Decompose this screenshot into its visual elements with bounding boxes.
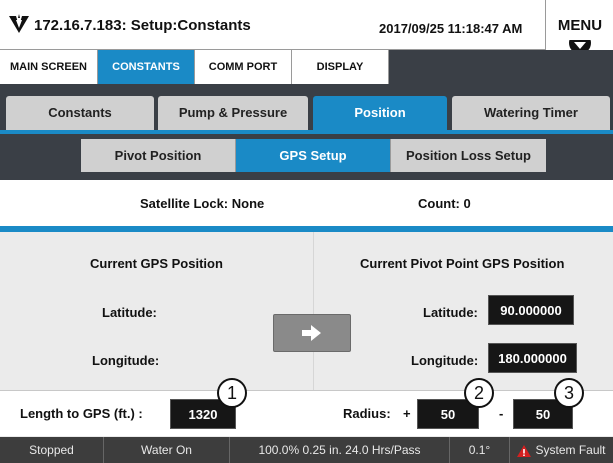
pivot-longitude-label: Longitude: [411, 353, 479, 368]
application-rate: 100.0% 0.25 in. 24.0 Hrs/Pass [230, 437, 450, 463]
fault-label: System Fault [535, 443, 606, 457]
pivot-longitude-field[interactable]: 180.000000 [488, 343, 577, 373]
satellite-status-row: Satellite Lock: None Count: 0 [0, 180, 613, 226]
pivot-latitude-label: Latitude: [423, 305, 478, 320]
tab-pivot-position[interactable]: Pivot Position [81, 139, 236, 172]
satellite-count: Count: 0 [418, 196, 471, 211]
fault-status[interactable]: System Fault [510, 437, 613, 463]
tab-constants-sub[interactable]: Constants [6, 96, 154, 130]
current-latitude-label: Latitude: [102, 305, 157, 320]
tab-main-screen[interactable]: MAIN SCREEN [0, 50, 98, 84]
tab-position-loss-setup[interactable]: Position Loss Setup [391, 139, 546, 172]
pivot-gps-heading: Current Pivot Point GPS Position [360, 256, 565, 271]
setup-constants-screen: 172.16.7.183: Setup:Constants 2017/09/25… [0, 0, 613, 463]
screen-tab-bar: MAIN SCREEN CONSTANTS COMM PORT DISPLAY [0, 50, 613, 86]
pivot-state: Stopped [0, 437, 104, 463]
status-bar: Stopped Water On 100.0% 0.25 in. 24.0 Hr… [0, 437, 613, 463]
tab-display[interactable]: DISPLAY [292, 50, 389, 84]
current-gps-panel: Current GPS Position Latitude: Longitude… [0, 232, 313, 390]
tab-watering-timer[interactable]: Watering Timer [452, 96, 610, 130]
window-title: 172.16.7.183: Setup:Constants [34, 17, 251, 34]
menu-button[interactable]: MENU [545, 0, 613, 54]
title-bar: 172.16.7.183: Setup:Constants 2017/09/25… [0, 0, 613, 54]
water-status: Water On [104, 437, 230, 463]
position-tab-bar: Pivot Position GPS Setup Position Loss S… [0, 134, 613, 180]
satellite-lock: Satellite Lock: None [140, 196, 265, 211]
current-gps-heading: Current GPS Position [90, 256, 223, 271]
menu-label: MENU [557, 17, 603, 34]
warning-icon [517, 444, 532, 457]
copy-position-button[interactable] [273, 314, 351, 352]
tab-position[interactable]: Position [313, 96, 447, 130]
tab-constants[interactable]: CONSTANTS [98, 50, 195, 84]
valley-logo-icon [9, 14, 29, 33]
tab-gps-setup[interactable]: GPS Setup [236, 139, 391, 172]
minus-sign: - [499, 406, 504, 421]
length-to-gps-label: Length to GPS (ft.) : [20, 406, 143, 421]
pivot-gps-panel: Current Pivot Point GPS Position Latitud… [313, 232, 613, 390]
callout-1: 1 [217, 378, 247, 408]
pivot-angle: 0.1° [450, 437, 510, 463]
datetime: 2017/09/25 11:18:47 AM [379, 21, 523, 36]
tab-comm-port[interactable]: COMM PORT [195, 50, 292, 84]
radius-label: Radius: [343, 406, 391, 421]
callout-2: 2 [464, 378, 494, 408]
current-longitude-label: Longitude: [92, 353, 160, 368]
callout-3: 3 [554, 378, 584, 408]
arrow-right-icon [302, 325, 321, 341]
plus-sign: + [403, 406, 411, 421]
pivot-latitude-field[interactable]: 90.000000 [488, 295, 574, 325]
setup-tab-bar: Constants Pump & Pressure Position Water… [0, 86, 613, 134]
gps-settings-row: Length to GPS (ft.) : 1320 Radius: + 50 … [0, 390, 613, 436]
tab-pump-pressure[interactable]: Pump & Pressure [158, 96, 308, 130]
